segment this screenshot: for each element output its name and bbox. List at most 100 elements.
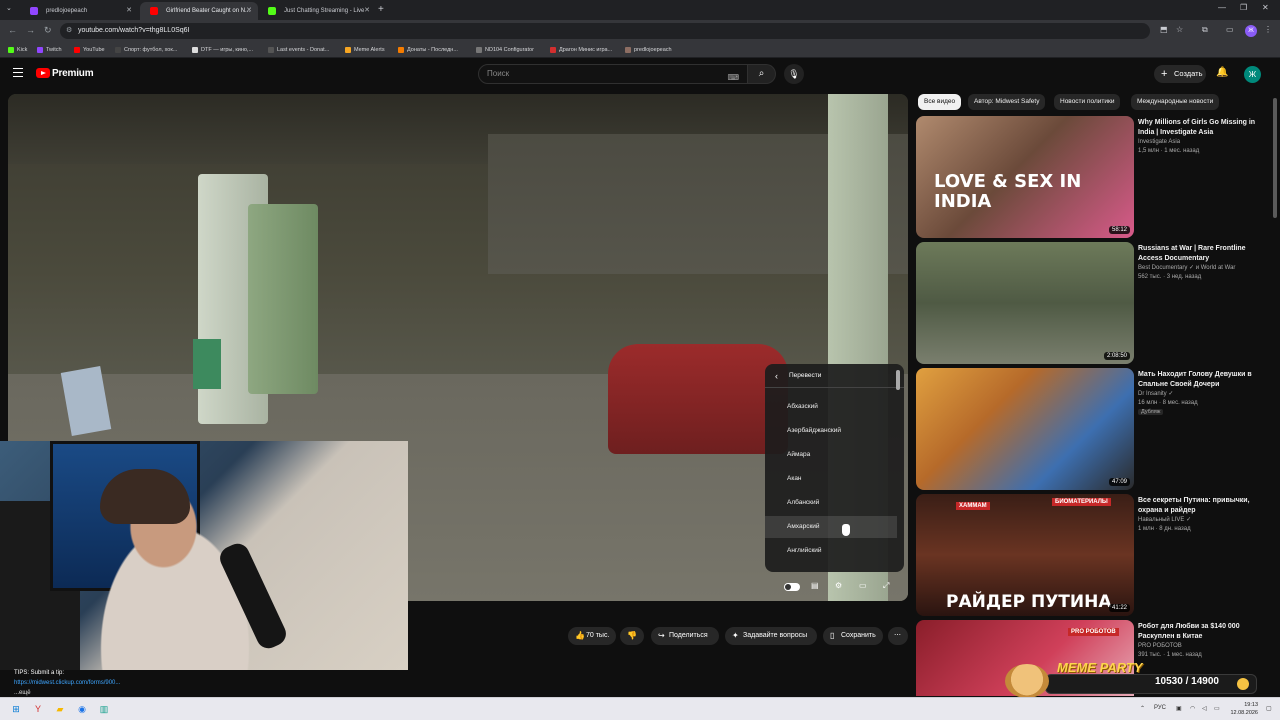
recommended-video[interactable]: 47:09 Мать Находит Голову Девушки в Спал… [916,368,1270,490]
theater-mode-icon[interactable]: ▭ [859,581,867,590]
menu-scrollbar[interactable] [896,368,900,568]
recommended-video[interactable]: LOVE & SEX IN INDIA 58:12 Why Millions o… [916,116,1270,238]
menu-icon[interactable] [13,68,23,77]
battery-icon[interactable]: ▭ [1214,705,1220,712]
tray-app-icon[interactable]: ▣ [1176,705,1182,712]
channel-name[interactable]: PRO РОБОТОВ [1138,642,1182,651]
more-actions-button[interactable]: ⋯ [888,627,908,645]
bookmark-sport[interactable]: Спорт: футбол, хок... [115,44,177,56]
bookmark-star-icon[interactable]: ☆ [1176,25,1183,34]
like-button[interactable]: 👍 70 тыс. [568,627,616,645]
back-icon[interactable]: ← [8,25,17,35]
bookmark-meme-alerts[interactable]: Meme Alerts [345,44,385,56]
voice-search-button[interactable]: 🎙 [784,64,804,84]
language-option[interactable]: Азербайджанский [765,420,897,442]
show-more-link[interactable]: ...ещё [14,690,31,696]
fullscreen-icon[interactable]: ⤢ [883,581,889,591]
video-thumbnail[interactable]: 2:08:50 [916,242,1134,364]
bookmark-kick[interactable]: Kick [8,44,27,56]
chip-international-news[interactable]: Международные новости [1131,94,1220,110]
page-scroll-thumb[interactable] [1273,98,1277,218]
close-tab-icon[interactable]: ✕ [364,2,370,20]
app-icon[interactable]: ▥ [97,702,111,716]
menu-header[interactable]: ‹ Перевести [765,364,904,388]
video-thumbnail[interactable]: ХАММАМ БИОМАТЕРИАЛЫ РАЙДЕР ПУТИНА 41:22 [916,494,1134,616]
channel-name[interactable]: Best Documentary ✓ и World at War [1138,264,1235,273]
channel-name[interactable]: Навальный LIVE ✓ [1138,516,1191,525]
recommended-video[interactable]: 2:08:50 Russians at War | Rare Frontline… [916,242,1270,364]
chrome-icon[interactable]: ◉ [75,702,89,716]
search-input[interactable]: Поиск ⌨ [478,64,748,84]
bookmark-donaty[interactable]: Донаты - Последн... [398,44,458,56]
page-scrollbar[interactable] [1273,94,1278,694]
video-title[interactable]: Why Millions of Girls Go Missing in Indi… [1138,118,1268,138]
maximize-icon[interactable]: ❐ [1240,3,1247,12]
site-info-icon[interactable]: ⚙ [66,23,72,39]
volume-icon[interactable]: ◁ [1202,705,1207,712]
channel-name[interactable]: Dr Insanity ✓ [1138,390,1173,399]
wifi-icon[interactable]: ◠ [1190,705,1195,712]
language-option[interactable]: Акан [765,468,897,490]
video-title[interactable]: Мать Находит Голову Девушки в Спальне Св… [1138,370,1268,390]
share-button[interactable]: ↪ Поделиться [651,627,719,645]
tab-search-icon[interactable]: ⌄ [6,4,12,12]
browser-tab-2[interactable]: Girlfriend Beater Caught on N... ✕ [140,2,258,20]
system-clock[interactable]: 19:13 12.08.2026 [1228,701,1258,717]
close-tab-icon[interactable]: ✕ [126,2,132,20]
youtube-premium-logo[interactable]: Premium [52,68,94,79]
bookmark-youtube[interactable]: YouTube [74,44,105,56]
chip-politics-news[interactable]: Новости политики [1054,94,1121,110]
save-button[interactable]: ▯ Сохранить [823,627,883,645]
tray-overflow-icon[interactable]: ⌃ [1140,705,1145,712]
video-title[interactable]: Russians at War | Rare Frontline Access … [1138,244,1268,264]
language-option-hovered[interactable]: Амхарский [765,516,897,538]
language-option[interactable]: Английский [765,540,897,562]
browser-tab-3[interactable]: Just Chatting Streaming - Live ✕ [258,2,376,20]
close-window-icon[interactable]: ✕ [1262,3,1269,12]
youtube-logo-icon[interactable] [36,68,50,78]
language-option[interactable]: Аймара [765,444,897,466]
channel-name[interactable]: Investigate Asia [1138,138,1180,147]
settings-gear-icon[interactable]: ⚙ [835,581,842,590]
bookmark-nd104[interactable]: ND104 Configurator [476,44,534,56]
chip-all-videos[interactable]: Все видео [918,94,962,110]
minimize-icon[interactable]: — [1218,3,1226,12]
bookmark-dragon[interactable]: Драгон Минис игра... [550,44,612,56]
language-option[interactable]: Абхазский [765,396,897,418]
recommended-video[interactable]: ХАММАМ БИОМАТЕРИАЛЫ РАЙДЕР ПУТИНА 41:22 … [916,494,1270,616]
bookmark-dtf[interactable]: DTF — игры, кино,... [192,44,253,56]
description-link[interactable]: https://midwest.clickup.com/forms/900... [14,680,120,686]
address-bar[interactable]: ⚙ youtube.com/watch?v=thg8LL0Sq6I [60,23,1150,39]
notifications-bell-icon[interactable]: 🔔 [1216,67,1228,78]
yandex-browser-icon[interactable]: Y [31,702,45,716]
create-button[interactable]: + Создать [1154,65,1206,83]
profile-avatar[interactable]: Ж [1245,25,1257,37]
video-thumbnail[interactable]: 47:09 [916,368,1134,490]
close-tab-icon[interactable]: ✕ [246,2,252,20]
subtitles-icon[interactable]: ▤ [811,581,819,590]
account-avatar[interactable]: Ж [1244,66,1261,83]
browser-tab-1[interactable]: predlojoepeach ✕ [20,2,138,20]
bookmark-twitch[interactable]: Twitch [37,44,62,56]
windows-start-icon[interactable]: ⊞ [9,702,23,716]
more-menu-icon[interactable]: ⋮ [1264,25,1272,34]
new-tab-icon[interactable]: + [378,2,384,18]
ask-button[interactable]: ✦ Задавайте вопросы [725,627,817,645]
language-option[interactable]: Албанский [765,492,897,514]
file-explorer-icon[interactable]: ▰ [53,702,67,716]
video-title[interactable]: Все секреты Путина: привычки, охрана и р… [1138,496,1268,516]
dislike-button[interactable]: 👎 [620,627,644,645]
sidebar-icon[interactable]: ▭ [1226,25,1234,34]
extensions-icon[interactable]: ⧉ [1202,25,1208,35]
chip-author[interactable]: Автор: Midwest Safety [968,94,1046,110]
video-title[interactable]: Робот для Любви за $140 000 Раскуплен в … [1138,622,1268,642]
back-arrow-icon[interactable]: ‹ [775,364,778,388]
autoplay-toggle[interactable] [784,583,800,591]
reload-icon[interactable]: ↻ [44,25,52,36]
install-icon[interactable]: ⬒ [1160,25,1168,34]
menu-scroll-thumb[interactable] [896,370,900,390]
tray-language[interactable]: РУС [1154,705,1166,711]
forward-icon[interactable]: → [26,25,35,35]
search-button[interactable]: ⌕ [748,64,776,84]
notifications-icon[interactable]: ▢ [1266,705,1272,712]
